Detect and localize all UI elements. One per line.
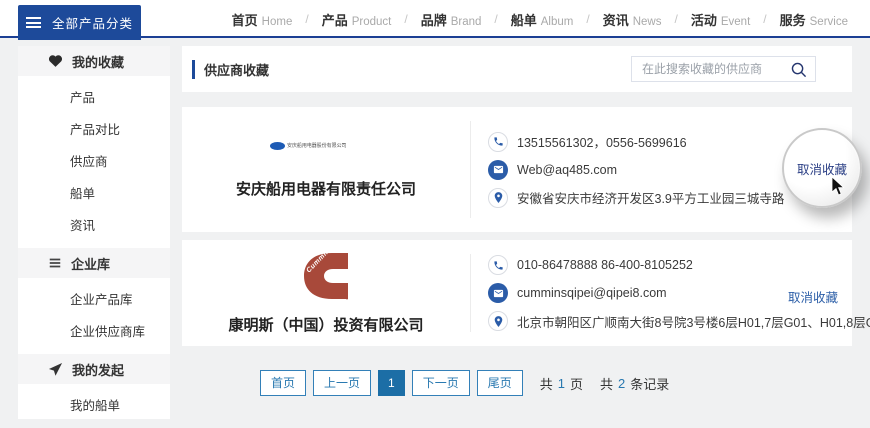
total-records-count: 2 [618, 376, 625, 391]
supplier-logo: 安庆船用电器股份有限公司 [270, 140, 383, 151]
sidebar-item-suppliers[interactable]: 供应商 [18, 146, 170, 178]
supplier-name: 康明斯（中国）投资有限公司 [228, 314, 423, 335]
sidebar-section-title: 我的发起 [72, 360, 124, 379]
sidebar-item-my-albums[interactable]: 我的船单 [18, 390, 170, 422]
supplier-card: 安庆船用电器股份有限公司 安庆船用电器有限责任公司 13515561302，05… [182, 107, 852, 232]
sidebar-section-my-initiations: 我的发起 [18, 354, 170, 384]
email-value: Web@aq485.com [517, 163, 617, 177]
cursor-pointer-icon [831, 177, 845, 196]
email-value: cumminsqipei@qipei8.com [517, 286, 667, 300]
address-row: 北京市朝阳区广顺南大街8号院3号楼6层H01,7层G01、H01,8层G01、H… [488, 311, 852, 331]
phone-value: 13515561302，0556-5699616 [517, 132, 687, 151]
logo-oval-icon [270, 142, 285, 150]
nav-separator: / [305, 12, 308, 26]
sidebar-section-company-library: 企业库 [18, 248, 170, 278]
nav-item-event[interactable]: 活动Event [691, 10, 750, 29]
email-icon [488, 160, 508, 180]
sidebar-item-news[interactable]: 资讯 [18, 210, 170, 242]
unfavorite-button-label: 取消收藏 [797, 159, 847, 178]
nav-separator: / [675, 12, 678, 26]
address-value: 北京市朝阳区广顺南大街8号院3号楼6层H01,7层G01、H01,8层G01、H… [517, 312, 870, 331]
all-categories-label: 全部产品分类 [52, 13, 133, 32]
phone-row: 010-86478888 86-400-8105252 [488, 255, 852, 275]
phone-icon [488, 255, 508, 275]
paper-plane-icon [48, 362, 63, 377]
phone-value: 010-86478888 86-400-8105252 [517, 258, 693, 272]
heart-icon [48, 54, 63, 68]
sidebar-section-title: 企业库 [71, 254, 110, 273]
supplier-search-input[interactable] [640, 61, 790, 77]
supplier-name: 安庆船用电器有限责任公司 [236, 178, 416, 199]
supplier-identity: 安庆船用电器股份有限公司 安庆船用电器有限责任公司 [182, 107, 470, 232]
sidebar-item-albums[interactable]: 船单 [18, 178, 170, 210]
pagination-last-button[interactable]: 尾页 [477, 370, 523, 396]
email-icon [488, 283, 508, 303]
nav-item-brand[interactable]: 品牌Brand [421, 10, 482, 29]
pagination: 首页 上一页 1 下一页 尾页 共 1 页 共 2 条记录 [260, 370, 852, 396]
menu-icon [26, 15, 41, 31]
pagination-page-1[interactable]: 1 [378, 370, 405, 396]
cummins-logo: Cummins [303, 252, 349, 300]
sidebar: 我的收藏 产品 产品对比 供应商 船单 资讯 企业库 企业产品库 企业供应商库 … [18, 46, 170, 419]
pagination-next-button[interactable]: 下一页 [412, 370, 470, 396]
nav-separator: / [586, 12, 589, 26]
main-nav: 首页Home / 产品Product / 品牌Brand / 船单Album /… [232, 0, 848, 38]
nav-item-news[interactable]: 资讯News [603, 10, 662, 29]
sidebar-list-company: 企业产品库 企业供应商库 [18, 278, 170, 354]
address-value: 安徽省安庆市经济开发区3.9平方工业园三城寺路 [517, 188, 784, 207]
supplier-identity: Cummins 康明斯（中国）投资有限公司 [182, 240, 470, 346]
nav-separator: / [494, 12, 497, 26]
pagination-first-button[interactable]: 首页 [260, 370, 306, 396]
unfavorite-button[interactable]: 取消收藏 [782, 128, 862, 208]
nav-item-home[interactable]: 首页Home [232, 10, 293, 29]
sidebar-item-company-products[interactable]: 企业产品库 [18, 284, 170, 316]
sidebar-item-product-compare[interactable]: 产品对比 [18, 114, 170, 146]
sidebar-list-favorites: 产品 产品对比 供应商 船单 资讯 [18, 76, 170, 248]
pagination-prev-button[interactable]: 上一页 [313, 370, 371, 396]
main-content: 供应商收藏 安庆船用电器股份有限公司 安庆船用电器有限责任公司 13515561… [182, 46, 852, 411]
unfavorite-link[interactable]: 取消收藏 [788, 287, 838, 306]
sidebar-section-favorites: 我的收藏 [18, 46, 170, 76]
nav-item-service[interactable]: 服务Service [780, 10, 848, 29]
pagination-summary: 共 1 页 共 2 条记录 [540, 374, 675, 393]
supplier-card: Cummins 康明斯（中国）投资有限公司 010-86478888 86-40… [182, 240, 852, 346]
logo-text: 安庆船用电器股份有限公司 [287, 142, 347, 149]
supplier-search-box [631, 56, 816, 82]
top-header: 全部产品分类 首页Home / 产品Product / 品牌Brand / 船单… [0, 0, 870, 38]
sidebar-list-initiations: 我的船单 [18, 384, 170, 428]
nav-item-album[interactable]: 船单Album [511, 10, 574, 29]
all-categories-button[interactable]: 全部产品分类 [18, 5, 141, 40]
nav-separator: / [763, 12, 766, 26]
title-panel: 供应商收藏 [182, 46, 852, 92]
sidebar-item-products[interactable]: 产品 [18, 82, 170, 114]
nav-separator: / [404, 12, 407, 26]
location-icon [488, 311, 508, 331]
page-body: 我的收藏 产品 产品对比 供应商 船单 资讯 企业库 企业产品库 企业供应商库 … [0, 38, 870, 411]
sidebar-item-company-suppliers[interactable]: 企业供应商库 [18, 316, 170, 348]
page-title: 供应商收藏 [192, 60, 269, 79]
phone-icon [488, 132, 508, 152]
sidebar-section-title: 我的收藏 [72, 52, 124, 71]
total-pages-count: 1 [558, 376, 565, 391]
list-icon [48, 256, 62, 270]
location-icon [488, 188, 508, 208]
nav-item-product[interactable]: 产品Product [322, 10, 392, 29]
search-icon[interactable] [790, 61, 807, 78]
